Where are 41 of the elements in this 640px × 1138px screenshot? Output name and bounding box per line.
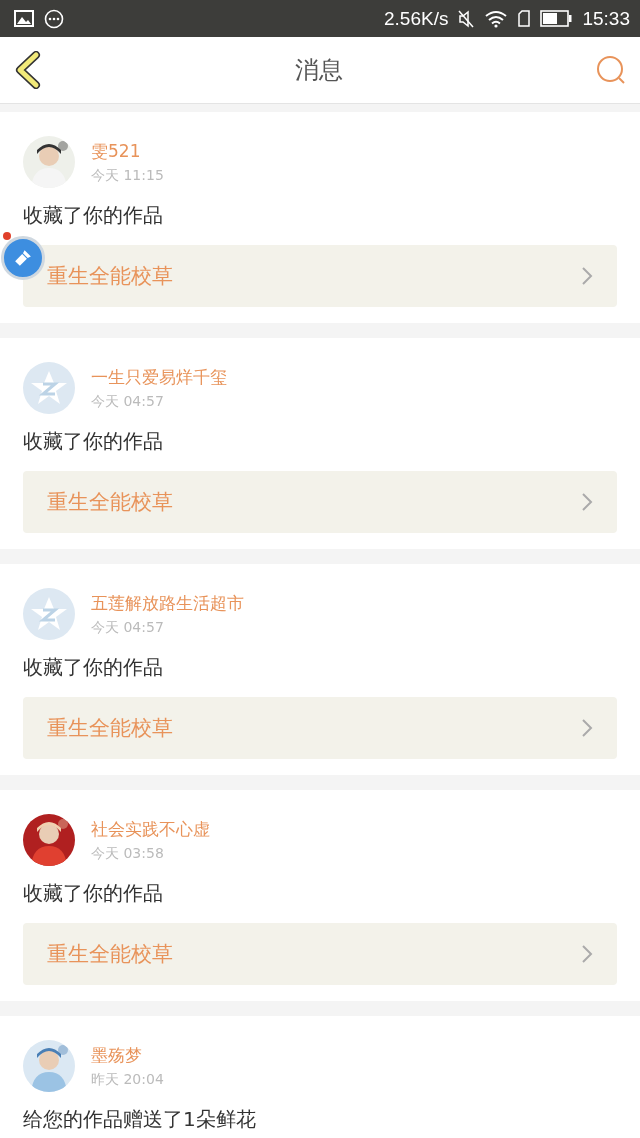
image-icon [14, 10, 34, 27]
work-link[interactable]: 重生全能校草 [23, 697, 617, 759]
message-time: 今天 03:58 [91, 844, 165, 863]
message-time: 今天 04:57 [91, 618, 165, 637]
message-text: 收藏了你的作品 [23, 428, 164, 455]
chevron-icon [581, 492, 593, 512]
clock: 15:33 [582, 7, 630, 30]
chevron-icon [581, 718, 593, 738]
work-link[interactable]: 重生全能校草 [23, 923, 617, 985]
chevron-icon [581, 944, 593, 964]
chevron-icon [581, 266, 593, 286]
back-icon[interactable] [14, 51, 42, 89]
user-name[interactable]: 社会实践不心虚 [91, 817, 210, 841]
work-title: 重生全能校草 [47, 941, 173, 968]
message-time: 昨天 20:04 [91, 1070, 164, 1089]
mute-icon [458, 9, 475, 28]
message-time: 今天 11:15 [91, 166, 164, 185]
work-title: 重生全能校草 [47, 715, 173, 742]
default-avatar-icon [23, 588, 75, 640]
page-title: 消息 [295, 55, 343, 86]
message-text: 收藏了你的作品 [23, 880, 164, 907]
message-text: 给您的作品赠送了1朵鲜花 [23, 1106, 257, 1133]
user-name[interactable]: 五莲解放路生活超市 [91, 591, 244, 615]
user-name[interactable]: 一生只爱易烊千玺 [91, 365, 227, 389]
user-name[interactable]: 墨殇梦 [91, 1043, 164, 1067]
wifi-icon [484, 9, 509, 28]
network-speed: 2.56K/s [384, 7, 449, 30]
more-icon [44, 8, 64, 29]
work-title: 重生全能校草 [47, 263, 173, 290]
message-text: 收藏了你的作品 [23, 654, 164, 681]
message-time: 今天 04:57 [91, 392, 165, 411]
user-name[interactable]: 雯521 [91, 139, 164, 163]
notification-dot [3, 232, 11, 240]
work-link[interactable]: 重生全能校草 [23, 245, 617, 307]
work-link[interactable]: 重生全能校草 [23, 471, 617, 533]
work-title: 重生全能校草 [47, 489, 173, 516]
sim-icon [518, 10, 531, 27]
default-avatar-icon [23, 362, 75, 414]
battery-icon [540, 10, 573, 27]
search-icon[interactable] [596, 55, 626, 85]
message-text: 收藏了你的作品 [23, 202, 164, 229]
